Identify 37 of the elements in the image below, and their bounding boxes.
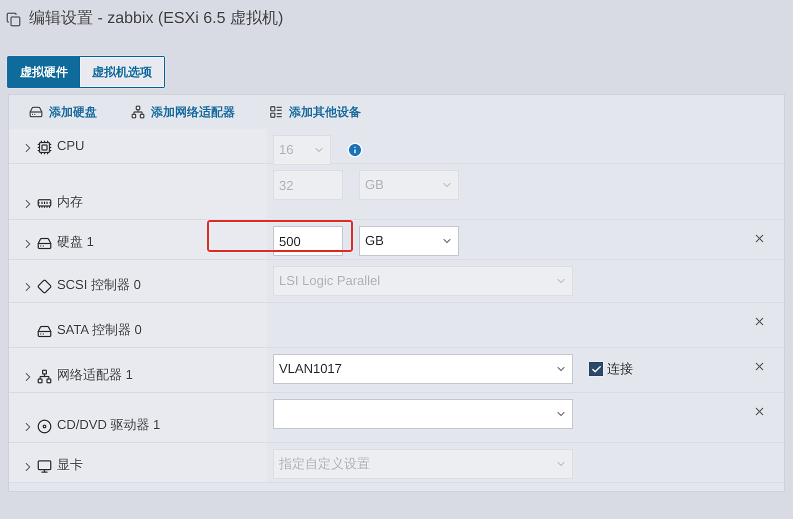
checkbox[interactable]: 连接 (589, 359, 633, 379)
list-icon (269, 105, 283, 119)
remove-button[interactable] (753, 232, 766, 245)
monitor-icon (37, 459, 52, 474)
device-label: SATA 控制器 0 (57, 320, 142, 338)
device-label: 网络适配器 1 (57, 366, 133, 384)
checkbox-box[interactable] (589, 362, 603, 376)
drive-icon (37, 324, 52, 339)
device-label: 内存 (57, 192, 83, 210)
network-icon (37, 369, 52, 384)
device-label: SCSI 控制器 0 (57, 276, 141, 294)
drive-icon (37, 236, 52, 251)
device-label: CD/DVD 驱动器 1 (57, 416, 160, 434)
device-label: CPU (57, 136, 84, 154)
remove-button[interactable] (753, 405, 766, 418)
toolbar-button[interactable]: 添加其他设备 (269, 103, 361, 121)
info-icon[interactable] (347, 142, 363, 158)
tab[interactable]: 虚拟硬件 (8, 57, 80, 87)
drive-icon (29, 105, 43, 119)
input-field[interactable]: 500 (273, 226, 343, 256)
tab[interactable]: 虚拟机选项 (80, 57, 164, 87)
dropdown[interactable]: GB (359, 226, 459, 256)
device-label: 显卡 (57, 456, 83, 474)
diamond-icon (37, 279, 52, 294)
dropdown[interactable]: VLAN1017 (273, 354, 573, 384)
device-label: 硬盘 1 (57, 232, 94, 250)
remove-button[interactable] (753, 360, 766, 373)
chip-icon (37, 140, 52, 155)
window-title: 编辑设置 - zabbix (ESXi 6.5 虚拟机) (29, 8, 284, 29)
network-icon (131, 105, 145, 119)
toolbar-button[interactable]: 添加硬盘 (29, 103, 97, 121)
check-icon (590, 364, 602, 374)
disc-icon (37, 419, 52, 434)
window-icon (6, 12, 21, 26)
memory-icon (37, 196, 52, 211)
toolbar-button[interactable]: 添加网络适配器 (131, 103, 235, 121)
remove-button[interactable] (753, 315, 766, 328)
